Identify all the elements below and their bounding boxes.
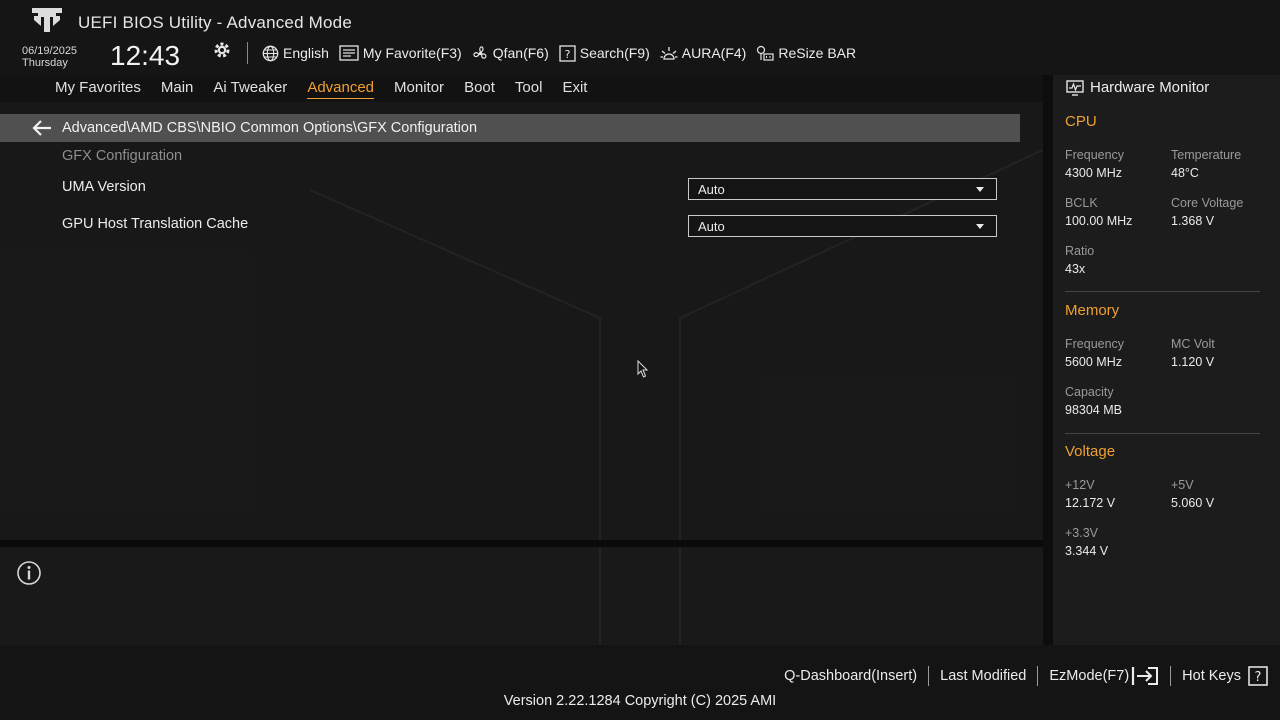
menu-ai-tweaker[interactable]: Ai Tweaker xyxy=(213,77,287,99)
main-menu: My Favorites Main Ai Tweaker Advanced Mo… xyxy=(55,77,607,99)
menu-tool[interactable]: Tool xyxy=(515,77,543,99)
cpu-temperature-value: 48°C xyxy=(1171,166,1199,180)
section-title: GFX Configuration xyxy=(62,148,183,164)
mc-volt-label: MC Volt xyxy=(1171,337,1215,351)
date-text: 06/19/2025 xyxy=(22,45,78,57)
toolbar: English My Favorite(F3) Qfan(F6) ? Searc… xyxy=(262,42,866,64)
globe-icon xyxy=(262,45,279,61)
mouse-cursor-icon xyxy=(637,360,649,378)
core-voltage-label: Core Voltage xyxy=(1171,196,1244,210)
fan-icon xyxy=(473,45,487,59)
menu-boot[interactable]: Boot xyxy=(464,77,495,99)
cpu-frequency-value: 4300 MHz xyxy=(1065,166,1122,180)
capacity-value: 98304 MB xyxy=(1065,403,1122,417)
settings-panel xyxy=(0,102,1043,540)
ratio-label: Ratio xyxy=(1065,244,1095,258)
last-modified-button[interactable]: Last Modified xyxy=(940,668,1026,684)
help-question-icon: ? xyxy=(1248,666,1268,686)
memory-frequency-label: Frequency xyxy=(1065,337,1125,351)
cpu-heading: CPU xyxy=(1065,113,1097,130)
language-button[interactable]: English xyxy=(262,45,329,62)
ezmode-label: EzMode(F7) xyxy=(1049,668,1130,684)
resize-bar-button[interactable]: ReSize BAR xyxy=(756,45,856,62)
ezmode-button[interactable]: EzMode(F7) xyxy=(1049,666,1159,686)
search-help-icon: ? xyxy=(559,44,576,62)
footer-divider xyxy=(1037,666,1039,686)
language-label: English xyxy=(283,45,329,61)
footer-divider xyxy=(1170,666,1172,686)
mc-volt-value: 1.120 V xyxy=(1171,355,1215,369)
svg-text:?: ? xyxy=(1255,670,1262,685)
my-favorite-button[interactable]: My Favorite(F3) xyxy=(339,45,462,61)
breadcrumb: Advanced\AMD CBS\NBIO Common Options\GFX… xyxy=(0,114,1020,142)
v12-value: 12.172 V xyxy=(1065,496,1116,510)
menu-my-favorites[interactable]: My Favorites xyxy=(55,77,141,99)
footer-links: Q-Dashboard(Insert) Last Modified EzMode… xyxy=(784,666,1268,686)
menu-monitor[interactable]: Monitor xyxy=(394,77,444,99)
favorite-list-icon xyxy=(339,45,359,61)
hardware-monitor-divider xyxy=(1043,75,1053,645)
exit-to-ezmode-icon xyxy=(1132,667,1159,685)
v12-label: +12V xyxy=(1065,478,1095,492)
resize-bar-icon xyxy=(757,45,774,61)
my-favorite-label: My Favorite(F3) xyxy=(362,45,462,61)
menu-main[interactable]: Main xyxy=(161,77,194,99)
hardware-monitor-title: Hardware Monitor xyxy=(1090,79,1210,96)
cpu-frequency-label: Frequency xyxy=(1065,148,1125,162)
gpu-host-translation-cache-dropdown[interactable]: Auto xyxy=(688,215,997,237)
app-title: UEFI BIOS Utility - Advanced Mode xyxy=(78,13,352,32)
breadcrumb-path: Advanced\AMD CBS\NBIO Common Options\GFX… xyxy=(62,120,478,136)
tuf-logo xyxy=(32,8,62,32)
uma-version-dropdown[interactable]: Auto xyxy=(688,178,997,200)
gpu-host-translation-cache-value: Auto xyxy=(698,218,725,234)
search-label: Search(F9) xyxy=(579,45,650,61)
memory-heading: Memory xyxy=(1065,302,1120,319)
svg-text:?: ? xyxy=(564,48,570,61)
info-icon xyxy=(17,561,41,585)
bclk-value: 100.00 MHz xyxy=(1065,214,1133,228)
v33-value: 3.344 V xyxy=(1065,544,1109,558)
day-text: Thursday xyxy=(22,57,68,69)
resize-bar-label: ReSize BAR xyxy=(778,45,857,61)
hot-keys-button[interactable]: Hot Keys ? xyxy=(1182,666,1268,686)
dropdown-caret-icon xyxy=(976,223,984,229)
search-button[interactable]: ? Search(F9) xyxy=(559,44,650,62)
dropdown-caret-icon xyxy=(976,186,984,192)
date-display: 06/19/2025 Thursday xyxy=(22,45,77,69)
qfan-button[interactable]: Qfan(F6) xyxy=(472,45,549,62)
info-divider xyxy=(0,540,1043,547)
bclk-label: BCLK xyxy=(1065,196,1098,210)
uma-version-label: UMA Version xyxy=(62,179,146,195)
voltage-heading: Voltage xyxy=(1065,443,1116,460)
v5-label: +5V xyxy=(1171,478,1194,492)
uma-version-value: Auto xyxy=(698,181,725,197)
cpu-temperature-label: Temperature xyxy=(1171,148,1242,162)
qfan-label: Qfan(F6) xyxy=(492,45,549,61)
aura-label: AURA(F4) xyxy=(681,45,747,61)
clock: 12:43 xyxy=(110,40,181,71)
hw-divider xyxy=(1065,291,1260,292)
menu-advanced[interactable]: Advanced xyxy=(307,77,375,99)
hw-divider xyxy=(1065,433,1260,434)
back-arrow-icon[interactable] xyxy=(31,119,53,137)
monitor-icon xyxy=(1066,80,1084,96)
version-text: Version 2.22.1284 Copyright (C) 2025 AMI xyxy=(503,693,777,709)
memory-frequency-value: 5600 MHz xyxy=(1065,355,1122,369)
aura-button[interactable]: AURA(F4) xyxy=(660,45,747,62)
gear-icon[interactable] xyxy=(212,40,232,60)
header-divider xyxy=(247,42,248,64)
hot-keys-label: Hot Keys xyxy=(1182,668,1241,684)
v5-value: 5.060 V xyxy=(1171,496,1215,510)
menu-exit[interactable]: Exit xyxy=(562,77,587,99)
core-voltage-value: 1.368 V xyxy=(1171,214,1215,228)
ratio-value: 43x xyxy=(1065,262,1086,276)
footer-divider xyxy=(928,666,930,686)
help-info-panel xyxy=(0,547,1043,645)
q-dashboard-button[interactable]: Q-Dashboard(Insert) xyxy=(784,668,917,684)
v33-label: +3.3V xyxy=(1065,526,1099,540)
aura-light-icon xyxy=(660,46,678,60)
gpu-host-translation-cache-label: GPU Host Translation Cache xyxy=(62,216,249,232)
capacity-label: Capacity xyxy=(1065,385,1114,399)
